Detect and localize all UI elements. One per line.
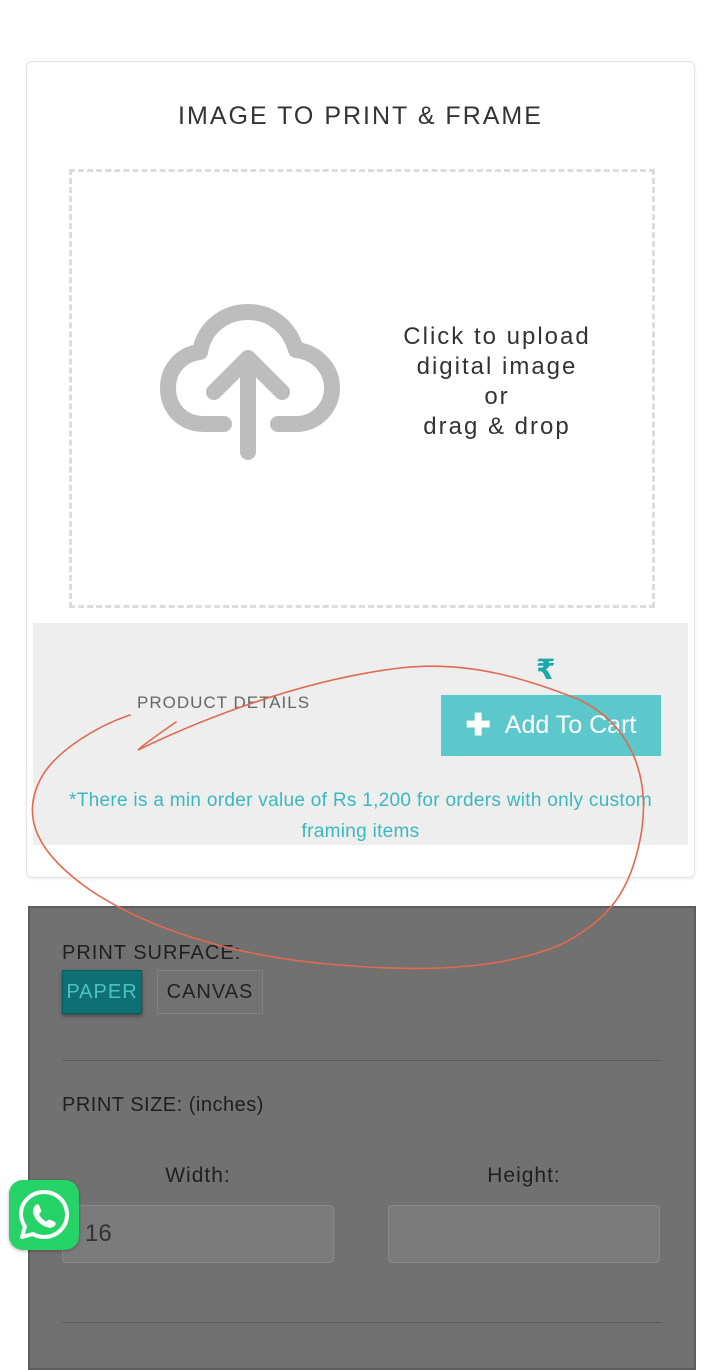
width-input[interactable] [62, 1205, 334, 1263]
cloud-upload-icon [160, 304, 340, 460]
print-options-panel: PRINT SURFACE: PAPER CANVAS PRINT SIZE: … [28, 906, 696, 1370]
add-to-cart-label: Add To Cart [504, 711, 637, 739]
rupee-icon: ₹ [536, 654, 556, 685]
upload-line-3: or [484, 383, 510, 410]
surface-canvas-button[interactable]: CANVAS [157, 970, 263, 1014]
upload-line-1: Click to upload [403, 323, 591, 350]
divider [62, 1322, 662, 1323]
add-to-cart-button[interactable]: ✚ Add To Cart [441, 695, 661, 756]
divider [62, 1060, 662, 1061]
height-label: Height: [487, 1164, 561, 1187]
whatsapp-icon [19, 1190, 69, 1239]
width-label: Width: [165, 1164, 231, 1187]
upload-line-4: drag & drop [423, 413, 571, 440]
upload-line-2: digital image [416, 353, 578, 380]
card-title: IMAGE TO PRINT & FRAME [178, 102, 543, 130]
upload-instructions: Click to upload digital image or drag & … [372, 322, 622, 442]
product-detail-bar: PRODUCT DETAILS ₹ ✚ Add To Cart *There i… [33, 623, 688, 845]
whatsapp-button[interactable] [9, 1180, 79, 1250]
height-input[interactable] [388, 1205, 660, 1263]
print-size-label: PRINT SIZE: (inches) [62, 1094, 264, 1116]
print-frame-card: IMAGE TO PRINT & FRAME Click to upload d… [26, 61, 695, 878]
print-surface-label: PRINT SURFACE: [62, 942, 242, 964]
plus-icon: ✚ [465, 709, 491, 742]
image-upload-dropzone[interactable]: Click to upload digital image or drag & … [69, 169, 655, 608]
surface-paper-button[interactable]: PAPER [62, 970, 142, 1014]
min-order-note: *There is a min order value of Rs 1,200 … [69, 790, 652, 842]
product-details-link[interactable]: PRODUCT DETAILS [137, 693, 310, 713]
